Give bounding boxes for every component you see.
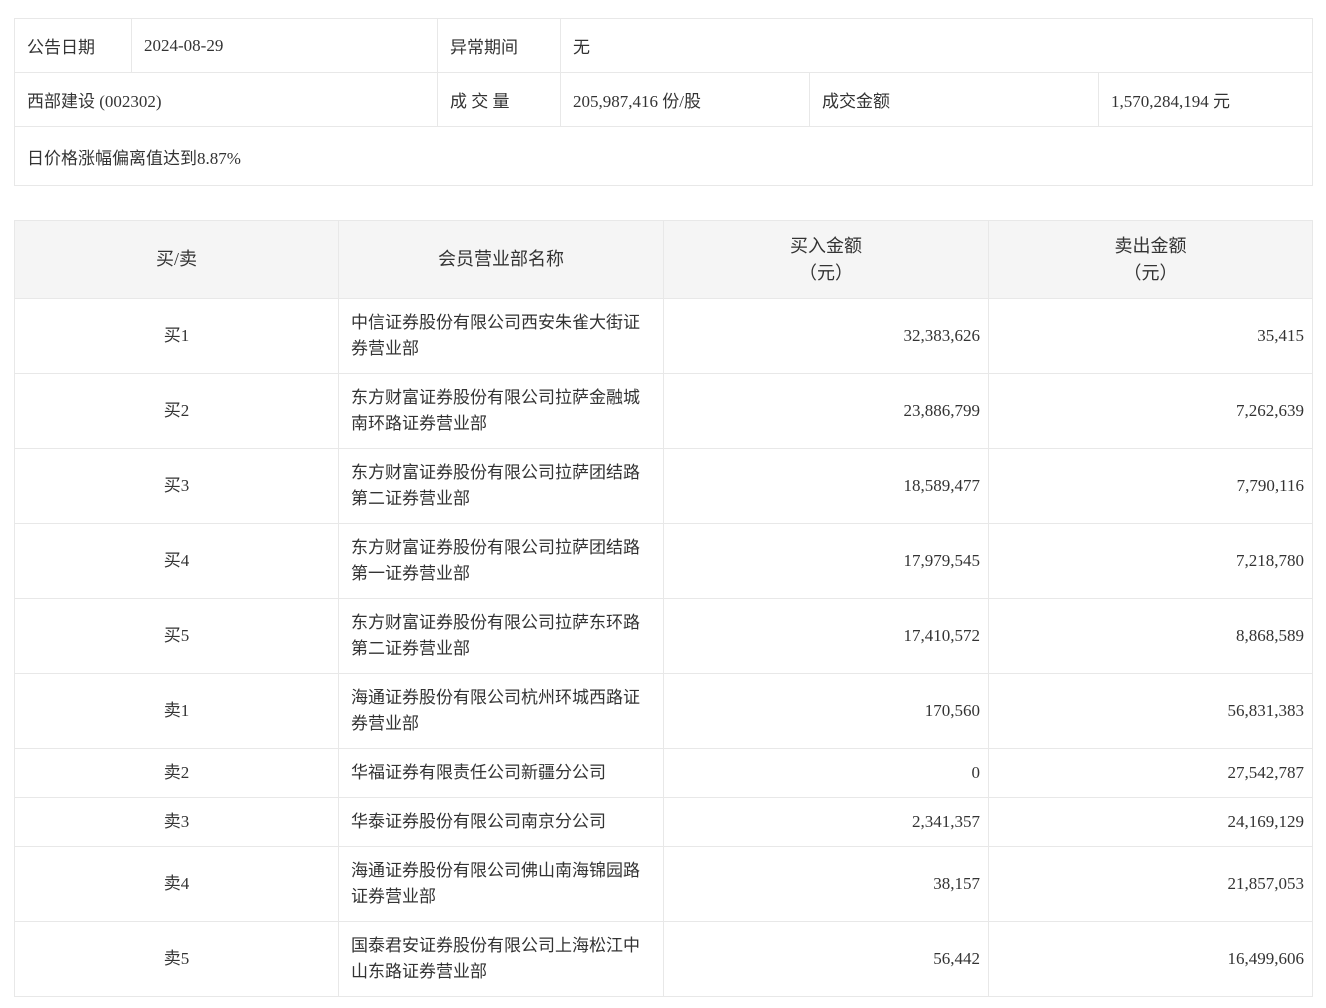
- row-branch-name: 海通证券股份有限公司杭州环城西路证券营业部: [338, 673, 664, 749]
- table-row: 买2 东方财富证券股份有限公司拉萨金融城南环路证券营业部 23,886,799 …: [14, 373, 1313, 449]
- row-sell-amount: 24,169,129: [988, 797, 1313, 847]
- row-branch-name: 国泰君安证券股份有限公司上海松江中山东路证券营业部: [338, 921, 664, 997]
- summary-row-stock: 西部建设 (002302) 成 交 量 205,987,416 份/股 成交金额…: [14, 72, 1313, 127]
- table-row: 买4 东方财富证券股份有限公司拉萨团结路第一证券营业部 17,979,545 7…: [14, 523, 1313, 599]
- row-branch-name: 东方财富证券股份有限公司拉萨东环路第二证券营业部: [338, 598, 664, 674]
- row-buy-amount: 18,589,477: [663, 448, 989, 524]
- row-buy-amount: 38,157: [663, 846, 989, 922]
- row-buy-amount: 2,341,357: [663, 797, 989, 847]
- deviation-note: 日价格涨幅偏离值达到8.87%: [14, 126, 1313, 186]
- row-side-label: 买1: [14, 298, 339, 374]
- announce-date-label: 公告日期: [14, 18, 132, 73]
- row-sell-amount: 7,218,780: [988, 523, 1313, 599]
- row-branch-name: 东方财富证券股份有限公司拉萨团结路第二证券营业部: [338, 448, 664, 524]
- col-header-sell: 卖出金额 （元）: [988, 220, 1313, 299]
- row-branch-name: 东方财富证券股份有限公司拉萨金融城南环路证券营业部: [338, 373, 664, 449]
- row-buy-amount: 32,383,626: [663, 298, 989, 374]
- row-branch-name: 海通证券股份有限公司佛山南海锦园路证券营业部: [338, 846, 664, 922]
- col-header-buy: 买入金额 （元）: [663, 220, 989, 299]
- table-row: 卖3 华泰证券股份有限公司南京分公司 2,341,357 24,169,129: [14, 797, 1313, 847]
- col-header-buy-title: 买入金额: [790, 235, 862, 256]
- turnover-value: 1,570,284,194 元: [1098, 72, 1313, 127]
- row-sell-amount: 7,790,116: [988, 448, 1313, 524]
- row-buy-amount: 170,560: [663, 673, 989, 749]
- table-row: 卖5 国泰君安证券股份有限公司上海松江中山东路证券营业部 56,442 16,4…: [14, 921, 1313, 997]
- row-sell-amount: 21,857,053: [988, 846, 1313, 922]
- row-side-label: 买5: [14, 598, 339, 674]
- row-side-label: 卖3: [14, 797, 339, 847]
- table-row: 卖1 海通证券股份有限公司杭州环城西路证券营业部 170,560 56,831,…: [14, 673, 1313, 749]
- row-side-label: 卖1: [14, 673, 339, 749]
- row-sell-amount: 56,831,383: [988, 673, 1313, 749]
- table-row: 卖4 海通证券股份有限公司佛山南海锦园路证券营业部 38,157 21,857,…: [14, 846, 1313, 922]
- row-sell-amount: 16,499,606: [988, 921, 1313, 997]
- row-branch-name: 华福证券有限责任公司新疆分公司: [338, 748, 664, 798]
- col-header-sell-unit: （元）: [1123, 262, 1178, 283]
- abnormal-period-value: 无: [560, 18, 1313, 73]
- row-side-label: 卖4: [14, 846, 339, 922]
- stock-name: 西部建设 (002302): [14, 72, 438, 127]
- turnover-label: 成交金额: [809, 72, 1099, 127]
- row-branch-name: 华泰证券股份有限公司南京分公司: [338, 797, 664, 847]
- announce-date-value: 2024-08-29: [131, 18, 438, 73]
- abnormal-period-label: 异常期间: [437, 18, 561, 73]
- row-side-label: 买2: [14, 373, 339, 449]
- row-sell-amount: 35,415: [988, 298, 1313, 374]
- row-side-label: 买4: [14, 523, 339, 599]
- row-buy-amount: 56,442: [663, 921, 989, 997]
- col-header-sell-title: 卖出金额: [1114, 235, 1187, 256]
- row-sell-amount: 27,542,787: [988, 748, 1313, 798]
- summary-row-note: 日价格涨幅偏离值达到8.87%: [14, 126, 1313, 186]
- table-row: 买3 东方财富证券股份有限公司拉萨团结路第二证券营业部 18,589,477 7…: [14, 448, 1313, 524]
- rank-table-header: 买/卖 会员营业部名称 买入金额 （元） 卖出金额 （元）: [14, 220, 1313, 299]
- col-header-side: 买/卖: [14, 220, 339, 299]
- summary-row-date: 公告日期 2024-08-29 异常期间 无: [14, 18, 1313, 73]
- row-branch-name: 中信证券股份有限公司西安朱雀大街证券营业部: [338, 298, 664, 374]
- rank-table-body: 买1 中信证券股份有限公司西安朱雀大街证券营业部 32,383,626 35,4…: [14, 298, 1313, 997]
- row-side-label: 买3: [14, 448, 339, 524]
- row-buy-amount: 17,410,572: [663, 598, 989, 674]
- row-side-label: 卖5: [14, 921, 339, 997]
- volume-label: 成 交 量: [437, 72, 561, 127]
- table-row: 买5 东方财富证券股份有限公司拉萨东环路第二证券营业部 17,410,572 8…: [14, 598, 1313, 674]
- summary-table: 公告日期 2024-08-29 异常期间 无 西部建设 (002302) 成 交…: [14, 18, 1313, 186]
- row-buy-amount: 0: [663, 748, 989, 798]
- page: 公告日期 2024-08-29 异常期间 无 西部建设 (002302) 成 交…: [0, 0, 1326, 997]
- row-buy-amount: 23,886,799: [663, 373, 989, 449]
- rank-table: 买/卖 会员营业部名称 买入金额 （元） 卖出金额 （元） 买1 中信证券股份有限公…: [14, 220, 1313, 997]
- table-row: 买1 中信证券股份有限公司西安朱雀大街证券营业部 32,383,626 35,4…: [14, 298, 1313, 374]
- row-side-label: 卖2: [14, 748, 339, 798]
- row-buy-amount: 17,979,545: [663, 523, 989, 599]
- col-header-buy-unit: （元）: [799, 262, 853, 283]
- volume-value: 205,987,416 份/股: [560, 72, 810, 127]
- col-header-branch: 会员营业部名称: [338, 220, 664, 299]
- table-row: 卖2 华福证券有限责任公司新疆分公司 0 27,542,787: [14, 748, 1313, 798]
- row-sell-amount: 8,868,589: [988, 598, 1313, 674]
- row-branch-name: 东方财富证券股份有限公司拉萨团结路第一证券营业部: [338, 523, 664, 599]
- row-sell-amount: 7,262,639: [988, 373, 1313, 449]
